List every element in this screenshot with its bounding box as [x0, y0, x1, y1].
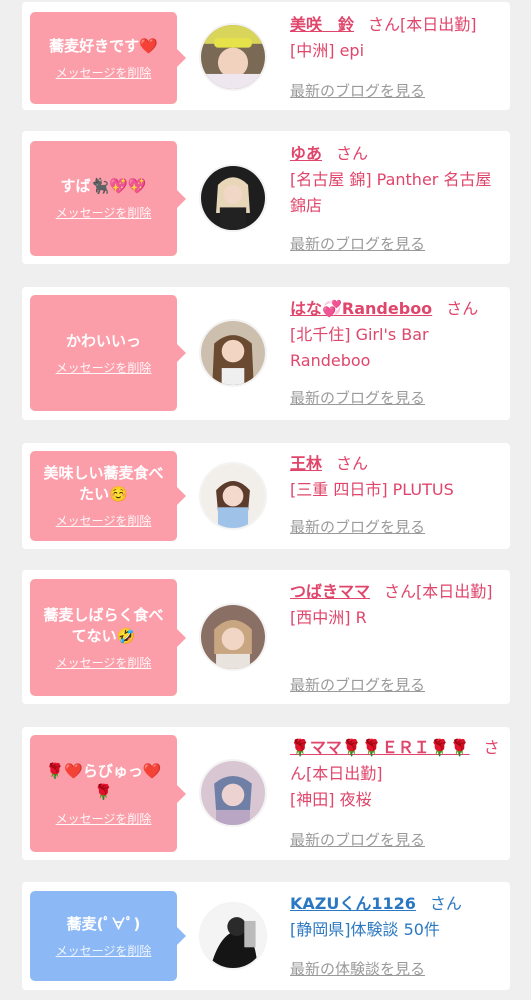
avatar[interactable] [199, 462, 267, 530]
message-bubble: 🌹❤️らびゅっ❤️🌹 メッセージを削除 [30, 735, 186, 852]
delete-message-link[interactable]: メッセージを削除 [56, 204, 152, 221]
message-card: 蕎麦好きです❤️ メッセージを削除 美咲 鈴さん[本日出勤] [中洲] epi … [22, 2, 510, 110]
message-card: 美味しい蕎麦食べたい☺️ メッセージを削除 王林 さん [三重 四日市] PLUT… [22, 443, 510, 549]
message-bubble: 蕎麦(ﾟ∀ﾟ) メッセージを削除 [30, 891, 186, 981]
profile-name-link[interactable]: KAZUくん1126 [290, 894, 416, 913]
honorific: さん [336, 144, 369, 163]
message-text: かわいいっ [65, 331, 141, 350]
message-text: 蕎麦(ﾟ∀ﾟ) [66, 914, 141, 933]
message-text: すば🐈‍⬛💖💖 [60, 177, 147, 195]
message-card: 蕎麦(ﾟ∀ﾟ) メッセージを削除 KAZUくん1126 さん [静岡県]体験談 5… [22, 882, 510, 990]
message-card: すば🐈‍⬛💖💖 メッセージを削除 ゆあ さん [名古屋 錦] Panther 名古… [22, 131, 510, 264]
message-text: 🌹❤️らびゅっ❤️🌹 [45, 761, 162, 801]
delete-message-link[interactable]: メッセージを削除 [56, 359, 152, 376]
profile-info: ゆあ さん [名古屋 錦] Panther 名古屋錦店 [290, 141, 502, 219]
shop-label: [中洲] epi [290, 41, 365, 60]
message-card: かわいいっ メッセージを削除 はな💞Randeboo さん [北千住] Girl'… [22, 287, 510, 420]
message-text: 蕎麦好きです❤️ [49, 36, 158, 55]
shop-label: [北千住] Girl's Bar Randeboo [290, 325, 429, 370]
profile-name-link[interactable]: はな💞Randeboo [290, 299, 432, 318]
shop-label: [静岡県]体験談 50件 [290, 920, 440, 939]
honorific: さん [368, 15, 401, 34]
shop-label: [名古屋 錦] Panther 名古屋錦店 [290, 170, 492, 215]
profile-name-link[interactable]: 🌹ママ🌹🌹ＥＲＩ🌹🌹 [290, 738, 470, 757]
avatar[interactable] [199, 164, 267, 232]
blog-link[interactable]: 最新のブログを見る [290, 233, 425, 254]
message-text: 美味しい蕎麦食べたい☺️ [43, 464, 164, 503]
honorific: さん [446, 299, 479, 318]
message-card: 蕎麦しばらく食べてない🤣 メッセージを削除 つばきママ さん[本日出勤] [西中洲… [22, 570, 510, 704]
profile-name-link[interactable]: 王林 [290, 454, 322, 473]
message-bubble: すば🐈‍⬛💖💖 メッセージを削除 [30, 141, 186, 256]
blog-link[interactable]: 最新のブログを見る [290, 674, 425, 695]
message-text: 蕎麦しばらく食べてない🤣 [43, 605, 164, 645]
honorific: さん [429, 894, 462, 913]
avatar[interactable] [199, 759, 267, 827]
delete-message-link[interactable]: メッセージを削除 [56, 810, 152, 827]
honorific: さん [336, 454, 369, 473]
shop-label: [神田] 夜桜 [290, 790, 372, 809]
avatar[interactable] [199, 603, 267, 671]
profile-name-link[interactable]: ゆあ [290, 144, 322, 163]
honorific: さん [384, 582, 417, 601]
message-card: 🌹❤️らびゅっ❤️🌹 メッセージを削除 🌹ママ🌹🌹ＥＲＩ🌹🌹 さん[本日出勤] [… [22, 727, 510, 860]
delete-message-link[interactable]: メッセージを削除 [56, 512, 152, 529]
profile-info: 🌹ママ🌹🌹ＥＲＩ🌹🌹 さん[本日出勤] [神田] 夜桜 [290, 735, 502, 813]
message-bubble: 蕎麦好きです❤️ メッセージを削除 [30, 12, 186, 104]
blog-link[interactable]: 最新のブログを見る [290, 516, 425, 537]
delete-message-link[interactable]: メッセージを削除 [56, 942, 152, 959]
profile-info: KAZUくん1126 さん [静岡県]体験談 50件 [290, 891, 502, 943]
shop-label: [西中洲] R [290, 608, 367, 627]
blog-link[interactable]: 最新のブログを見る [290, 829, 425, 850]
profile-name-link[interactable]: 美咲 鈴 [290, 15, 354, 34]
blog-link[interactable]: 最新のブログを見る [290, 387, 425, 408]
profile-name-link[interactable]: つばきママ [290, 582, 370, 601]
shop-label: [三重 四日市] PLUTUS [290, 480, 454, 499]
today-badge: [本日出勤] [400, 15, 477, 34]
profile-info: 美咲 鈴さん[本日出勤] [中洲] epi [290, 12, 502, 64]
today-badge: [本日出勤] [306, 764, 383, 783]
message-bubble: かわいいっ メッセージを削除 [30, 295, 186, 411]
profile-info: はな💞Randeboo さん [北千住] Girl's Bar Randeboo [290, 296, 502, 374]
delete-message-link[interactable]: メッセージを削除 [56, 654, 152, 671]
today-badge: [本日出勤] [416, 582, 493, 601]
profile-info: 王林 さん [三重 四日市] PLUTUS [290, 451, 502, 503]
message-bubble: 美味しい蕎麦食べたい☺️ メッセージを削除 [30, 451, 186, 541]
message-bubble: 蕎麦しばらく食べてない🤣 メッセージを削除 [30, 579, 186, 696]
avatar[interactable] [199, 319, 267, 387]
avatar[interactable] [199, 902, 267, 970]
avatar[interactable] [199, 23, 267, 91]
blog-link[interactable]: 最新のブログを見る [290, 80, 425, 101]
profile-info: つばきママ さん[本日出勤] [西中洲] R [290, 579, 502, 631]
experience-link[interactable]: 最新の体験談を見る [290, 958, 425, 979]
delete-message-link[interactable]: メッセージを削除 [56, 64, 152, 81]
